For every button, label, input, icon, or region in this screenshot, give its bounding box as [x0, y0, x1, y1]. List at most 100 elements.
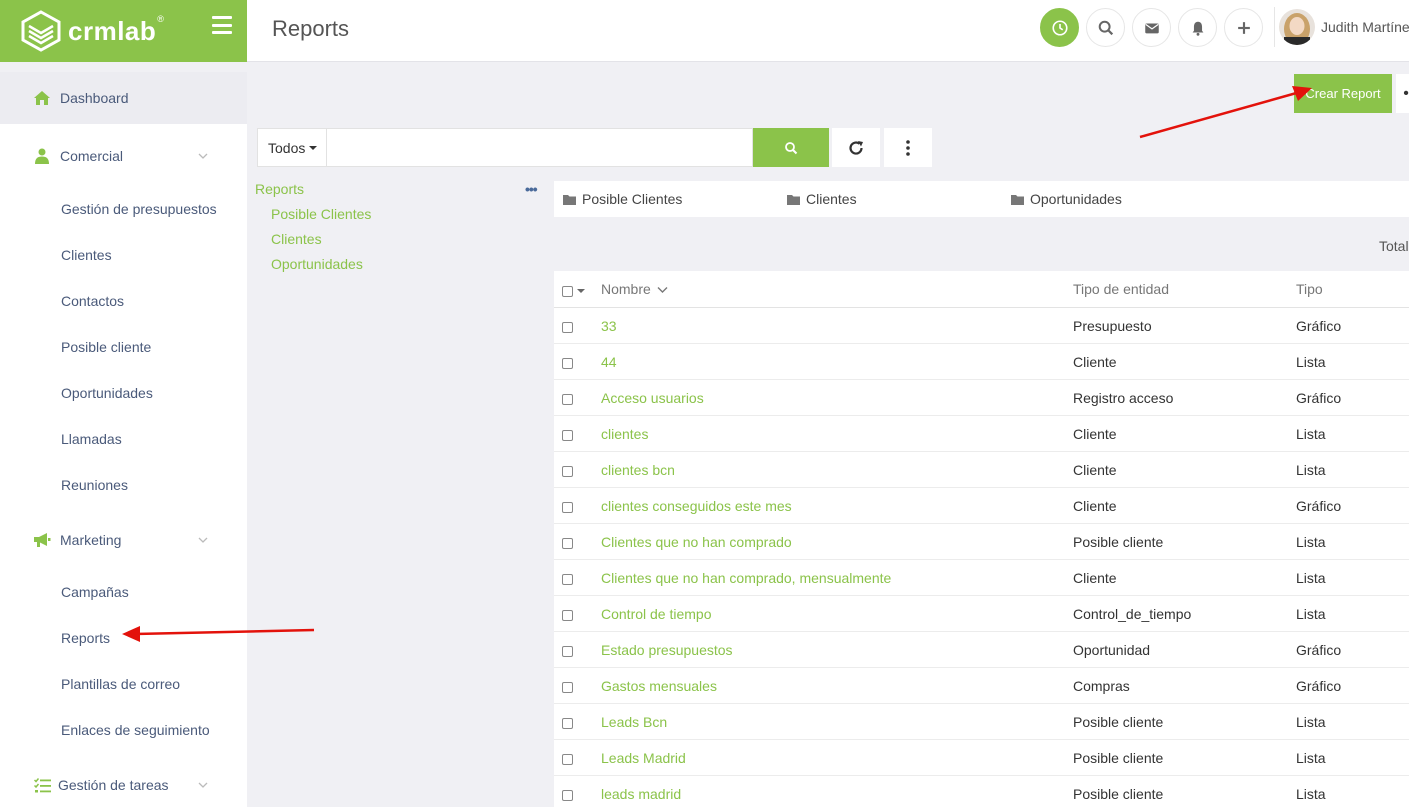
- sidebar-item-plantillas[interactable]: Plantillas de correo: [61, 676, 180, 692]
- sidebar-item-contactos[interactable]: Contactos: [61, 293, 124, 309]
- table-row[interactable]: Gastos mensuales Compras Gráfico: [554, 668, 1409, 704]
- refresh-button[interactable]: [832, 128, 880, 167]
- report-name-link[interactable]: Leads Bcn: [601, 714, 667, 730]
- column-header-entity[interactable]: Tipo de entidad: [1073, 281, 1169, 297]
- caret-down-icon[interactable]: [577, 289, 585, 293]
- sidebar-item-dashboard[interactable]: Dashboard: [0, 72, 247, 124]
- entity-type: Cliente: [1073, 354, 1117, 370]
- report-name-link[interactable]: 33: [601, 318, 617, 334]
- sidebar-item-campanas[interactable]: Campañas: [61, 584, 129, 600]
- row-checkbox[interactable]: [562, 394, 573, 405]
- table-row[interactable]: Leads Bcn Posible cliente Lista: [554, 704, 1409, 740]
- report-name-link[interactable]: clientes: [601, 426, 648, 442]
- row-checkbox[interactable]: [562, 322, 573, 333]
- search-icon[interactable]: [1086, 8, 1125, 47]
- table-row[interactable]: Acceso usuarios Registro acceso Gráfico: [554, 380, 1409, 416]
- row-checkbox[interactable]: [562, 430, 573, 441]
- sidebar-item-reports[interactable]: Reports: [61, 630, 110, 646]
- sidebar-item-clientes[interactable]: Clientes: [61, 247, 112, 263]
- search-button[interactable]: [753, 128, 829, 167]
- report-type: Lista: [1296, 462, 1326, 478]
- sidebar-item-marketing[interactable]: Marketing: [0, 520, 247, 560]
- plus-icon[interactable]: [1224, 8, 1263, 47]
- row-checkbox[interactable]: [562, 358, 573, 369]
- sidebar-item-oportunidades[interactable]: Oportunidades: [61, 385, 153, 401]
- row-checkbox[interactable]: [562, 466, 573, 477]
- report-type: Lista: [1296, 534, 1326, 550]
- folder-item[interactable]: Clientes: [787, 191, 857, 207]
- sidebar-item-label: Comercial: [60, 148, 124, 164]
- table-row[interactable]: clientes Cliente Lista: [554, 416, 1409, 452]
- column-header-label: Nombre: [601, 281, 651, 297]
- tree-item[interactable]: Oportunidades: [271, 256, 363, 272]
- report-name-link[interactable]: Clientes que no han comprado: [601, 534, 792, 550]
- report-name-link[interactable]: Leads Madrid: [601, 750, 686, 766]
- report-name-link[interactable]: Acceso usuarios: [601, 390, 704, 406]
- report-type: Lista: [1296, 354, 1326, 370]
- report-name-link[interactable]: clientes conseguidos este mes: [601, 498, 792, 514]
- folder-item[interactable]: Posible Clientes: [563, 191, 682, 207]
- entity-type: Posible cliente: [1073, 534, 1164, 550]
- row-checkbox[interactable]: [562, 790, 573, 801]
- table-row[interactable]: Control de tiempo Control_de_tiempo Lista: [554, 596, 1409, 632]
- row-checkbox[interactable]: [562, 502, 573, 513]
- row-checkbox[interactable]: [562, 574, 573, 585]
- table-row[interactable]: Clientes que no han comprado Posible clie…: [554, 524, 1409, 560]
- user-menu[interactable]: Judith Martínez: [1274, 7, 1409, 47]
- column-header-type[interactable]: Tipo: [1296, 281, 1323, 297]
- table-row[interactable]: Clientes que no han comprado, mensualmen…: [554, 560, 1409, 596]
- filter-dropdown[interactable]: Todos: [257, 128, 327, 167]
- report-type: Gráfico: [1296, 318, 1342, 334]
- caret-down-icon: [309, 145, 318, 150]
- sidebar-item-llamadas[interactable]: Llamadas: [61, 431, 122, 447]
- report-name-link[interactable]: Clientes que no han comprado, mensualmen…: [601, 570, 891, 586]
- bell-icon[interactable]: [1178, 8, 1217, 47]
- row-checkbox[interactable]: [562, 682, 573, 693]
- table-row[interactable]: clientes bcn Cliente Lista: [554, 452, 1409, 488]
- row-checkbox[interactable]: [562, 610, 573, 621]
- folder-icon: [787, 194, 800, 205]
- select-all-checkbox[interactable]: [562, 286, 573, 297]
- sidebar-item-enlaces[interactable]: Enlaces de seguimiento: [61, 722, 210, 738]
- sidebar-item-reuniones[interactable]: Reuniones: [61, 477, 128, 493]
- row-checkbox[interactable]: [562, 754, 573, 765]
- entity-type: Presupuesto: [1073, 318, 1152, 334]
- more-actions-icon[interactable]: •: [1396, 74, 1409, 113]
- table-row[interactable]: Leads Madrid Posible cliente Lista: [554, 740, 1409, 776]
- table-row[interactable]: 33 Presupuesto Gráfico: [554, 308, 1409, 344]
- table-row[interactable]: 44 Cliente Lista: [554, 344, 1409, 380]
- report-name-link[interactable]: Estado presupuestos: [601, 642, 733, 658]
- sidebar-item-tareas[interactable]: Gestión de tareas: [0, 765, 247, 805]
- folder-item[interactable]: Oportunidades: [1011, 191, 1122, 207]
- sidebar-item-presupuestos[interactable]: Gestión de presupuestos: [61, 201, 217, 217]
- report-name-link[interactable]: leads madrid: [601, 786, 681, 802]
- row-checkbox[interactable]: [562, 718, 573, 729]
- report-name-link[interactable]: Control de tiempo: [601, 606, 712, 622]
- column-header-name[interactable]: Nombre: [601, 281, 668, 297]
- kebab-menu-icon[interactable]: [884, 128, 932, 167]
- tree-item[interactable]: Posible Clientes: [271, 206, 371, 222]
- folder-icon: [563, 194, 576, 205]
- tree-item[interactable]: Clientes: [271, 231, 322, 247]
- report-name-link[interactable]: Gastos mensuales: [601, 678, 717, 694]
- report-name-link[interactable]: clientes bcn: [601, 462, 675, 478]
- sidebar-item-comercial[interactable]: Comercial: [0, 136, 247, 176]
- table-row[interactable]: Estado presupuestos Oportunidad Gráfico: [554, 632, 1409, 668]
- report-type: Lista: [1296, 606, 1326, 622]
- mail-icon[interactable]: [1132, 8, 1171, 47]
- row-checkbox[interactable]: [562, 538, 573, 549]
- clock-icon[interactable]: [1040, 8, 1079, 47]
- tree-options-icon[interactable]: •••: [525, 181, 538, 197]
- hamburger-menu-icon[interactable]: [212, 16, 232, 34]
- tree-root-reports[interactable]: Reports: [255, 181, 304, 197]
- folder-label: Oportunidades: [1030, 191, 1122, 207]
- table-row[interactable]: leads madrid Posible cliente Lista: [554, 776, 1409, 807]
- create-report-button[interactable]: Crear Report: [1294, 74, 1392, 113]
- entity-type: Control_de_tiempo: [1073, 606, 1192, 622]
- table-row[interactable]: clientes conseguidos este mes Cliente Gráf…: [554, 488, 1409, 524]
- search-input[interactable]: [327, 128, 753, 167]
- report-type: Lista: [1296, 750, 1326, 766]
- report-name-link[interactable]: 44: [601, 354, 617, 370]
- sidebar-item-posible-cliente[interactable]: Posible cliente: [61, 339, 151, 355]
- row-checkbox[interactable]: [562, 646, 573, 657]
